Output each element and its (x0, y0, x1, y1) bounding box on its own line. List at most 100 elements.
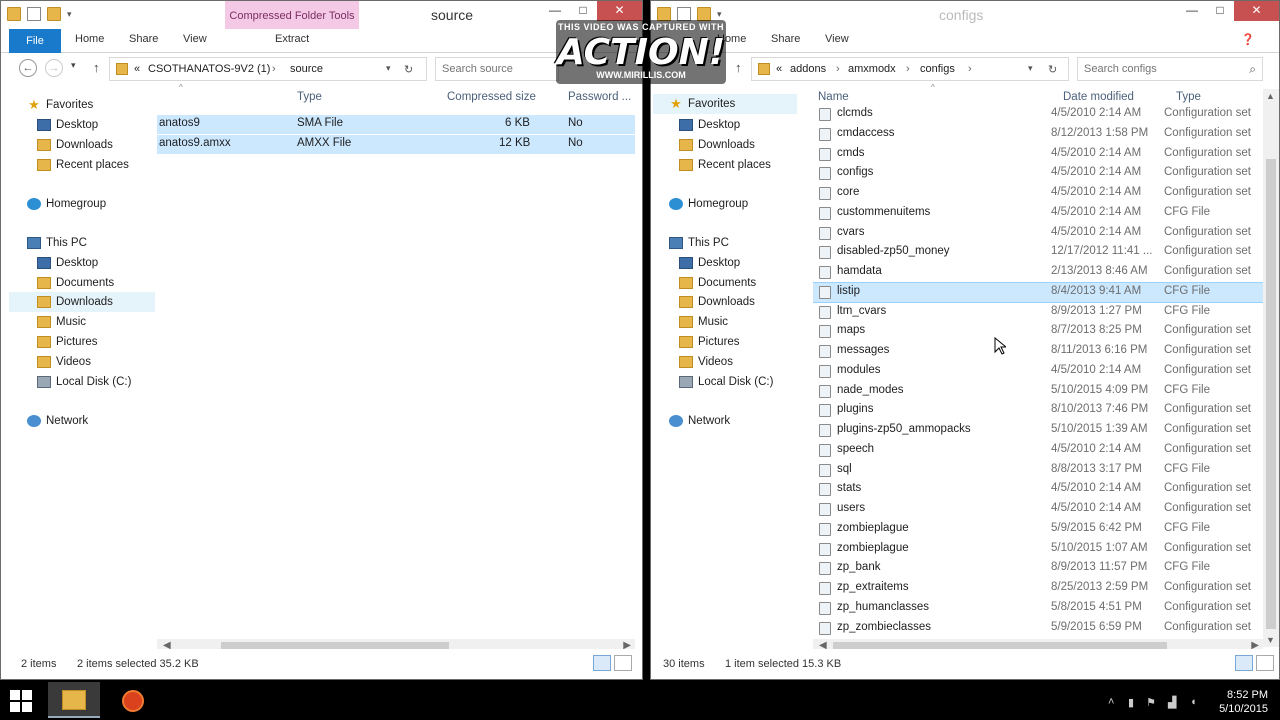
breadcrumb-item[interactable]: CSOTHANATOS-9V2 (1) (148, 63, 270, 75)
table-row[interactable]: zp_extraitems 8/25/2013 2:59 PM Configurat… (813, 579, 1263, 598)
nav-fav-desktop[interactable]: Desktop (679, 116, 740, 134)
refresh-icon[interactable]: ↻ (1048, 63, 1057, 76)
table-row[interactable]: anatos9.amxx AMXX File 12 KB No (157, 135, 635, 154)
table-row[interactable]: plugins-zp50_ammopacks 5/10/2015 1:39 AM C… (813, 421, 1263, 440)
table-row[interactable]: cmdaccess 8/12/2013 1:58 PM Configuration … (813, 125, 1263, 144)
column-header-type[interactable]: Type (297, 91, 322, 107)
volume-icon[interactable]: ◖ (1190, 696, 1197, 708)
table-row[interactable]: core 4/5/2010 2:14 AM Configuration set (813, 184, 1263, 203)
tab-home[interactable]: Home (75, 33, 104, 45)
right-vertical-scrollbar[interactable]: ▲ ▼ (1263, 89, 1279, 647)
table-row[interactable]: configs 4/5/2010 2:14 AM Configuration set (813, 164, 1263, 183)
minimize-button[interactable]: — (1178, 1, 1206, 21)
tray-chevron-icon[interactable]: ˄ (1108, 696, 1114, 708)
large-icons-view-button[interactable] (614, 655, 632, 671)
scroll-up-icon[interactable]: ▲ (1266, 91, 1275, 101)
tab-share[interactable]: Share (771, 33, 800, 45)
nav-fav-downloads[interactable]: Downloads (37, 136, 113, 154)
nav-network[interactable]: Network (27, 412, 88, 430)
nav-pc-local-disk[interactable]: Local Disk (C:) (679, 373, 773, 391)
start-button[interactable] (10, 690, 32, 712)
table-row[interactable]: zombieplague 5/10/2015 1:07 AM Configurati… (813, 540, 1263, 559)
nav-homegroup[interactable]: Homegroup (27, 195, 106, 213)
nav-this-pc[interactable]: This PC (669, 234, 729, 252)
nav-homegroup[interactable]: Homegroup (669, 195, 748, 213)
recent-dropdown-icon[interactable]: ▾ (71, 60, 76, 71)
tab-share[interactable]: Share (129, 33, 158, 45)
breadcrumb-item[interactable]: addons (790, 63, 826, 75)
nav-pc-desktop[interactable]: Desktop (679, 254, 740, 272)
nav-pc-desktop[interactable]: Desktop (37, 254, 98, 272)
nav-pc-documents[interactable]: Documents (679, 274, 756, 292)
nav-favorites[interactable]: ★ Favorites (27, 96, 93, 114)
search-input[interactable] (1078, 58, 1262, 80)
search-box[interactable]: ⌕ (1077, 57, 1263, 81)
column-header-compressed-size[interactable]: Compressed size (447, 91, 536, 107)
table-row[interactable]: speech 4/5/2010 2:14 AM Configuration set (813, 441, 1263, 460)
table-row[interactable]: ltm_cvars 8/9/2013 1:27 PM CFG File (813, 303, 1263, 322)
taskbar-action-recorder[interactable] (108, 682, 160, 718)
table-row[interactable]: zp_zombieclasses 5/9/2015 6:59 PM Configur… (813, 619, 1263, 638)
details-view-button[interactable] (1235, 655, 1253, 671)
tab-view[interactable]: View (183, 33, 207, 45)
close-button[interactable]: ✕ (597, 1, 642, 21)
up-button[interactable]: ↑ (93, 60, 100, 75)
search-input[interactable] (436, 58, 558, 80)
nav-this-pc[interactable]: This PC (27, 234, 87, 252)
nav-pc-videos[interactable]: Videos (37, 353, 91, 371)
address-dropdown-icon[interactable]: ▾ (386, 63, 391, 74)
table-row[interactable]: disabled-zp50_money 12/17/2012 11:41 ... C… (813, 243, 1263, 262)
large-icons-view-button[interactable] (1256, 655, 1274, 671)
search-icon[interactable]: ⌕ (1249, 62, 1256, 77)
nav-fav-recent[interactable]: Recent places (37, 156, 129, 174)
address-bar[interactable]: « CSOTHANATOS-9V2 (1) › source ▾ ↻ (109, 57, 427, 81)
minimize-button[interactable]: — (541, 1, 569, 21)
table-row[interactable]: anatos9 SMA File 6 KB No (157, 115, 635, 134)
tab-view[interactable]: View (825, 33, 849, 45)
details-view-button[interactable] (593, 655, 611, 671)
nav-fav-downloads[interactable]: Downloads (679, 136, 755, 154)
taskbar-clock[interactable]: 8:52 PM 5/10/2015 (1219, 688, 1268, 716)
table-row[interactable]: plugins 8/10/2013 7:46 PM Configuration se… (813, 401, 1263, 420)
nav-pc-pictures[interactable]: Pictures (37, 333, 98, 351)
new-folder-icon[interactable] (47, 7, 61, 21)
nav-fav-recent[interactable]: Recent places (679, 156, 771, 174)
address-dropdown-icon[interactable]: ▾ (1028, 63, 1033, 74)
table-row[interactable]: zombieplague 5/9/2015 6:42 PM CFG File (813, 520, 1263, 539)
maximize-button[interactable]: □ (1206, 1, 1234, 21)
refresh-icon[interactable]: ↻ (404, 63, 413, 76)
table-row[interactable]: hamdata 2/13/2013 8:46 AM Configuration se… (813, 263, 1263, 282)
action-center-icon[interactable]: ⚑ (1146, 696, 1156, 709)
table-row[interactable]: zp_bank 8/9/2013 11:57 PM CFG File (813, 559, 1263, 578)
nav-pc-videos[interactable]: Videos (679, 353, 733, 371)
table-row[interactable]: listip 8/4/2013 9:41 AM CFG File (813, 281, 1263, 303)
forward-button[interactable]: → (45, 59, 63, 77)
breadcrumb-item[interactable]: amxmodx (848, 63, 896, 75)
scroll-down-icon[interactable]: ▼ (1266, 635, 1275, 645)
scroll-thumb[interactable] (1266, 159, 1276, 629)
table-row[interactable]: sql 8/8/2013 3:17 PM CFG File (813, 461, 1263, 480)
table-row[interactable]: stats 4/5/2010 2:14 AM Configuration set (813, 480, 1263, 499)
nav-pc-pictures[interactable]: Pictures (679, 333, 740, 351)
nav-pc-local-disk[interactable]: Local Disk (C:) (37, 373, 131, 391)
nav-pc-documents[interactable]: Documents (37, 274, 114, 292)
maximize-button[interactable]: □ (569, 1, 597, 21)
table-row[interactable]: custommenuitems 4/5/2010 2:14 AM CFG File (813, 204, 1263, 223)
table-row[interactable]: messages 8/11/2013 6:16 PM Configuration s… (813, 342, 1263, 361)
qat-dropdown-icon[interactable]: ▾ (67, 9, 72, 20)
qat-dropdown-icon[interactable]: ▾ (717, 9, 722, 20)
table-row[interactable]: nade_modes 5/10/2015 4:09 PM CFG File (813, 382, 1263, 401)
nav-pc-music[interactable]: Music (37, 313, 86, 331)
new-folder-icon[interactable] (697, 7, 711, 21)
tab-file[interactable]: File (9, 29, 61, 53)
table-row[interactable]: maps 8/7/2013 8:25 PM Configuration set (813, 322, 1263, 341)
close-button[interactable]: ✕ (1234, 1, 1279, 21)
nav-favorites[interactable]: ★ Favorites (653, 94, 797, 114)
table-row[interactable]: zp_humanclasses 5/8/2015 4:51 PM Configura… (813, 599, 1263, 618)
search-box[interactable] (435, 57, 559, 81)
properties-icon[interactable] (27, 7, 41, 21)
table-row[interactable]: users 4/5/2010 2:14 AM Configuration set (813, 500, 1263, 519)
nav-network[interactable]: Network (669, 412, 730, 430)
table-row[interactable]: modules 4/5/2010 2:14 AM Configuration set (813, 362, 1263, 381)
breadcrumb-item[interactable]: configs (920, 63, 955, 75)
